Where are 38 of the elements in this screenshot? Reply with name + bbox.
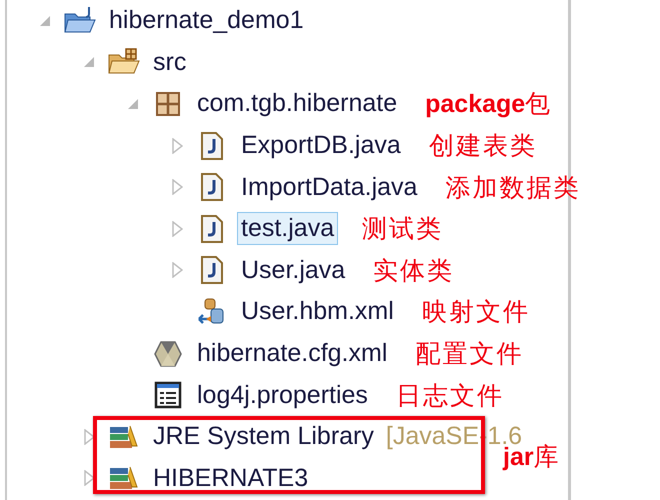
annotation-label: 添加数据类 bbox=[445, 172, 580, 204]
package-icon bbox=[154, 90, 182, 118]
collapsed-arrow-icon[interactable] bbox=[171, 138, 183, 154]
config-file-icon bbox=[153, 340, 183, 368]
tree-item[interactable]: ExportDB.java bbox=[237, 129, 405, 162]
library-icon bbox=[108, 465, 140, 492]
tree-item[interactable]: JRE System Library bbox=[149, 420, 378, 454]
annotation-label: 实体类 bbox=[373, 254, 454, 287]
properties-file-icon bbox=[154, 381, 182, 410]
java-file-icon bbox=[200, 130, 224, 161]
expanded-arrow-icon[interactable] bbox=[83, 56, 95, 68]
collapsed-arrow-icon[interactable] bbox=[83, 470, 95, 486]
tree-item[interactable]: ImportData.java bbox=[237, 170, 422, 204]
tree-item[interactable]: hibernate.cfg.xml bbox=[193, 337, 392, 370]
java-file-icon bbox=[200, 214, 224, 244]
expanded-arrow-icon[interactable] bbox=[39, 14, 51, 27]
tree-item[interactable]: test.java bbox=[237, 212, 338, 246]
tree-item[interactable]: hibernate_demo1 bbox=[105, 4, 308, 38]
library-icon bbox=[108, 424, 140, 450]
annotation-label: 配置文件 bbox=[415, 338, 524, 370]
annotation-label: 创建表类 bbox=[428, 130, 537, 162]
java-file-icon bbox=[200, 255, 224, 286]
annotation-label: 日志文件 bbox=[396, 380, 504, 412]
annotation-label: package包 bbox=[425, 88, 552, 120]
tree-item[interactable]: src bbox=[149, 46, 190, 79]
java-file-icon bbox=[200, 172, 224, 202]
collapsed-arrow-icon[interactable] bbox=[171, 179, 183, 196]
tree-item[interactable]: log4j.properties bbox=[193, 378, 372, 412]
collapsed-arrow-icon[interactable] bbox=[171, 262, 183, 278]
tree-item[interactable]: HIBERNATE3 bbox=[149, 462, 312, 495]
tree-item[interactable]: User.java bbox=[237, 254, 350, 287]
annotation-label: 映射文件 bbox=[422, 296, 530, 328]
expanded-arrow-icon[interactable] bbox=[127, 98, 139, 110]
tree-item[interactable]: User.hbm.xml bbox=[237, 295, 398, 328]
collapsed-arrow-icon[interactable] bbox=[83, 428, 95, 445]
collapsed-arrow-icon[interactable] bbox=[171, 220, 183, 237]
tree-item[interactable]: com.tgb.hibernate bbox=[193, 87, 402, 120]
annotation-label: 测试类 bbox=[362, 213, 444, 246]
